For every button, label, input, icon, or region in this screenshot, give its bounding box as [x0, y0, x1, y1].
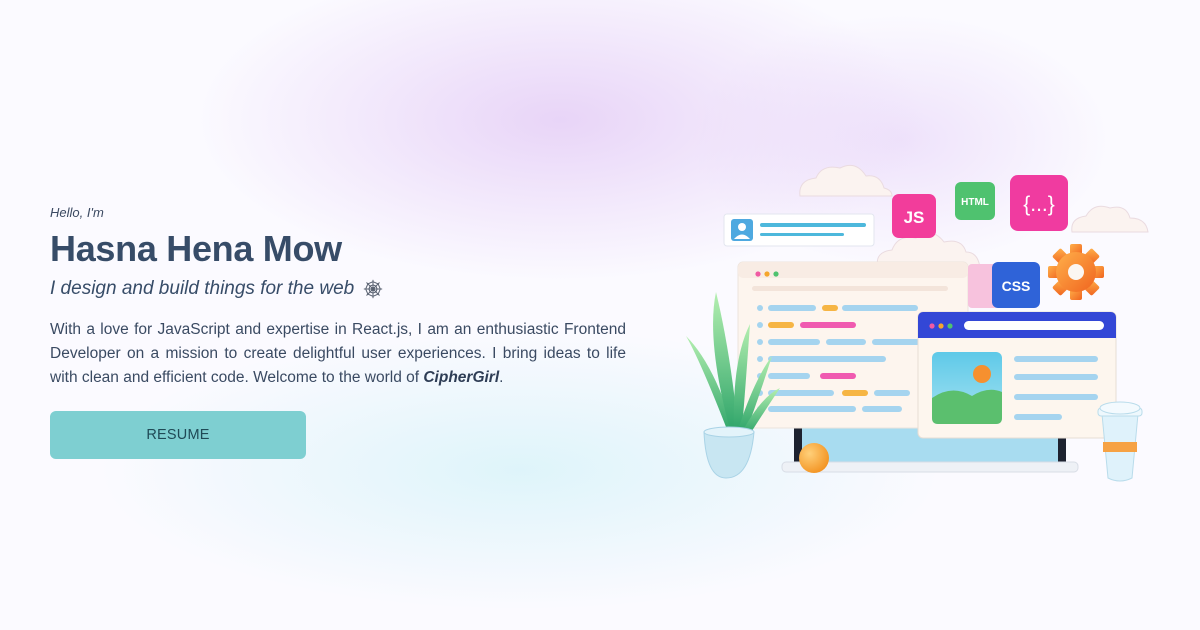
- tagline: I design and build things for the web: [50, 276, 626, 302]
- brand-name: CipherGirl: [423, 369, 500, 386]
- cloud-icon: [1071, 205, 1149, 233]
- bio-paragraph: With a love for JavaScript and expertise…: [50, 318, 626, 390]
- svg-text:HTML: HTML: [961, 197, 989, 208]
- json-badge: {...}: [1010, 175, 1068, 231]
- developer-illustration: JS HTML {...} CSS: [686, 164, 1149, 482]
- coffee-cup-icon: [1097, 401, 1143, 482]
- svg-text:JS: JS: [904, 208, 925, 227]
- html-badge: HTML: [955, 182, 995, 220]
- bio-end: .: [499, 369, 504, 386]
- js-badge: JS: [892, 194, 936, 238]
- tagline-text: I design and build things for the web: [50, 278, 355, 299]
- greeting-text: Hello, I'm: [50, 205, 104, 220]
- resume-button[interactable]: RESUME: [50, 411, 306, 459]
- svg-text:{...}: {...}: [1023, 193, 1055, 216]
- gear-icon: [1048, 244, 1104, 300]
- profile-card: [723, 213, 875, 247]
- orange-ball: [799, 443, 829, 473]
- spider-web-icon: [364, 279, 383, 299]
- bio-text: With a love for JavaScript and expertise…: [50, 321, 626, 386]
- hero-section: Hello, I'm Hasna Hena Mow I design and b…: [50, 204, 626, 390]
- svg-text:CSS: CSS: [1002, 278, 1031, 294]
- page-title: Hasna Hena Mow: [50, 228, 342, 269]
- css-badge: CSS: [968, 262, 1040, 308]
- browser-window: [917, 311, 1117, 439]
- cloud-icon: [799, 164, 893, 197]
